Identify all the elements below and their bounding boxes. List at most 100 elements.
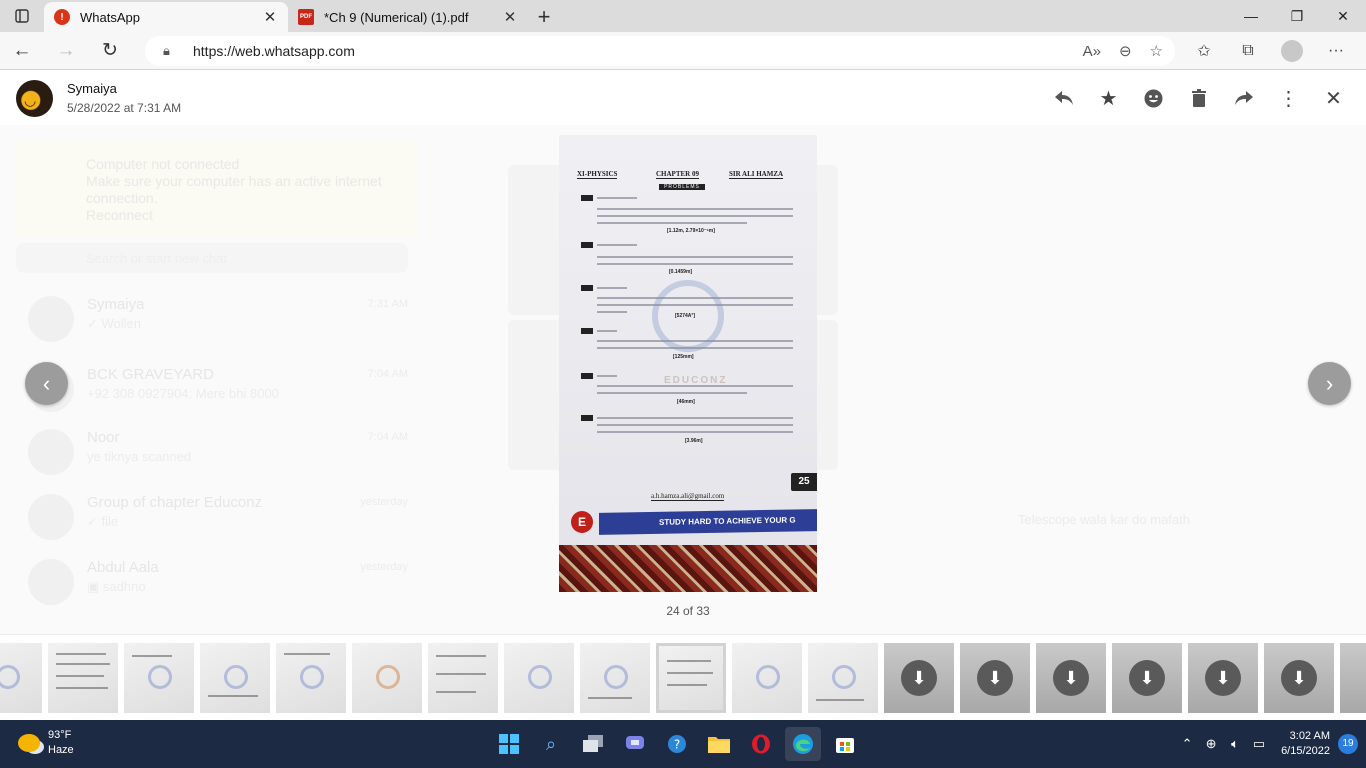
media-thumbnail-download[interactable]: ⬇ [1188,643,1258,713]
close-tab-icon[interactable]: ✕ [502,8,518,26]
sent-timestamp: 5/28/2022 at 7:31 AM [67,101,182,115]
doc-header-left: XI-PHYSICS [577,170,618,179]
tab-actions-icon[interactable] [0,0,44,32]
answer-text: [46mm] [677,399,695,405]
chat-list-item: Noor ye tiknya scanned 7:04 AM [28,425,408,485]
svg-text:?: ? [674,738,680,752]
sender-avatar[interactable]: ◡ [16,80,53,117]
answer-text: [125mm] [673,354,694,360]
media-thumbnail-selected[interactable] [656,643,726,713]
thumbnail-strip: ⬇ ⬇ ⬇ ⬇ ⬇ ⬇ [0,634,1366,720]
volume-icon[interactable]: 🔈︎ [1223,736,1247,752]
media-thumbnail[interactable] [504,643,574,713]
window-close-icon[interactable]: ✕ [1320,0,1366,32]
media-thumbnail-download[interactable] [1340,643,1366,713]
media-thumbnail-download[interactable]: ⬇ [884,643,954,713]
clock-time: 3:02 AM [1289,730,1330,742]
download-icon[interactable]: ⬇ [1205,660,1241,696]
media-thumbnail-download[interactable]: ⬇ [960,643,1030,713]
media-thumbnail[interactable] [48,643,118,713]
media-thumbnail[interactable] [200,643,270,713]
download-icon[interactable]: ⬇ [1281,660,1317,696]
star-icon[interactable]: ★ [1086,78,1131,118]
chat-preview: +92 308 0927904: Mere bhi 8000 [87,386,279,401]
back-icon[interactable]: ← [0,32,44,70]
read-aloud-icon[interactable]: A» [1083,43,1101,60]
refresh-icon[interactable]: ↻ [88,32,132,70]
help-icon[interactable]: ? [659,727,695,761]
close-viewer-icon[interactable]: ✕ [1311,78,1356,118]
media-thumbnail[interactable] [276,643,346,713]
url-text: https://web.whatsapp.com [193,43,355,59]
study-banner: STUDY HARD TO ACHIEVE YOUR G [599,509,817,535]
tab-whatsapp[interactable]: ! WhatsApp ✕ [44,2,288,32]
media-thumbnail[interactable] [352,643,422,713]
add-favorite-icon[interactable]: ☆ [1150,42,1163,60]
weather-widget[interactable]: 93°F Haze [18,728,74,758]
author-email: a.h.hamza.ali@gmail.com [651,492,725,501]
banner-link: Reconnect [86,207,153,223]
restore-icon[interactable]: ❐ [1274,0,1320,32]
clock[interactable]: 3:02 AM 6/15/2022 [1281,729,1330,759]
more-menu-icon[interactable]: ··· [1314,32,1358,70]
search-icon[interactable]: ⌕ [533,727,569,761]
avatar [28,494,74,540]
media-thumbnail-download[interactable]: ⬇ [1112,643,1182,713]
previous-media-button[interactable]: ‹ [25,362,68,405]
zoom-out-icon[interactable]: ⊖ [1119,42,1132,60]
task-view-icon[interactable] [575,727,611,761]
media-thumbnail[interactable] [0,643,42,713]
minimize-icon[interactable]: — [1228,0,1274,32]
language-icon[interactable]: ⊕ [1199,736,1223,752]
download-icon[interactable]: ⬇ [977,660,1013,696]
favorites-icon[interactable]: ✩ [1182,32,1226,70]
next-media-button[interactable]: › [1308,362,1351,405]
file-explorer-icon[interactable] [701,727,737,761]
chat-preview: ✓ file [87,514,119,529]
chat-time: yesterday [360,496,408,508]
answer-text: [0.1459m] [669,269,693,275]
download-icon[interactable]: ⬇ [1053,660,1089,696]
delete-icon[interactable] [1176,78,1221,118]
new-tab-icon[interactable]: + [528,2,560,32]
download-icon[interactable]: ⬇ [1129,660,1165,696]
reply-icon[interactable] [1041,78,1086,118]
media-thumbnail-download[interactable]: ⬇ [1264,643,1334,713]
forward-icon[interactable] [1221,78,1266,118]
start-icon[interactable] [491,727,527,761]
media-thumbnail[interactable] [732,643,802,713]
notification-badge[interactable]: 19 [1338,734,1358,754]
banner-text: Make sure your computer has an active in… [86,173,382,206]
store-icon[interactable] [827,727,863,761]
chevron-right-icon: › [1325,370,1334,396]
answer-text: [5274A°] [675,313,696,319]
profile-avatar-icon[interactable] [1281,40,1303,62]
download-icon[interactable]: ⬇ [901,660,937,696]
pdf-icon: PDF [298,9,314,25]
answer-text: [1.12m, 2.79×10⁻⁶m] [667,228,715,234]
media-thumbnail[interactable] [808,643,878,713]
opera-icon[interactable] [743,727,779,761]
chat-time: 7:31 AM [367,298,408,310]
media-thumbnail[interactable] [428,643,498,713]
address-bar[interactable]: 🔒︎ https://web.whatsapp.com A» ⊖ ☆ [145,36,1175,66]
react-emoji-icon[interactable] [1131,78,1176,118]
tab-pdf[interactable]: PDF *Ch 9 (Numerical) (1).pdf ✕ [288,2,528,32]
forward-icon[interactable]: → [44,32,88,70]
avatar [28,429,74,475]
chevron-up-icon[interactable]: ⌃ [1175,736,1199,752]
chat-list-item: Symaiya ✓ Wollen 7:31 AM [28,292,408,352]
media-thumbnail[interactable] [580,643,650,713]
close-tab-icon[interactable]: ✕ [262,8,278,26]
chat-list-item: Group of chapter Educonz ✓ file yesterday [28,490,408,550]
collections-icon[interactable]: ⧉ [1226,32,1270,70]
background-message: Telescope wala kar do mafath [1018,512,1190,527]
battery-icon[interactable]: ▭ [1247,736,1271,752]
more-options-icon[interactable]: ⋮ [1266,78,1311,118]
lock-icon[interactable]: 🔒︎ [163,43,193,59]
media-thumbnail-download[interactable]: ⬇ [1036,643,1106,713]
chat-time: 7:04 AM [367,431,408,443]
teams-chat-icon[interactable] [617,727,653,761]
media-thumbnail[interactable] [124,643,194,713]
edge-icon[interactable] [785,727,821,761]
